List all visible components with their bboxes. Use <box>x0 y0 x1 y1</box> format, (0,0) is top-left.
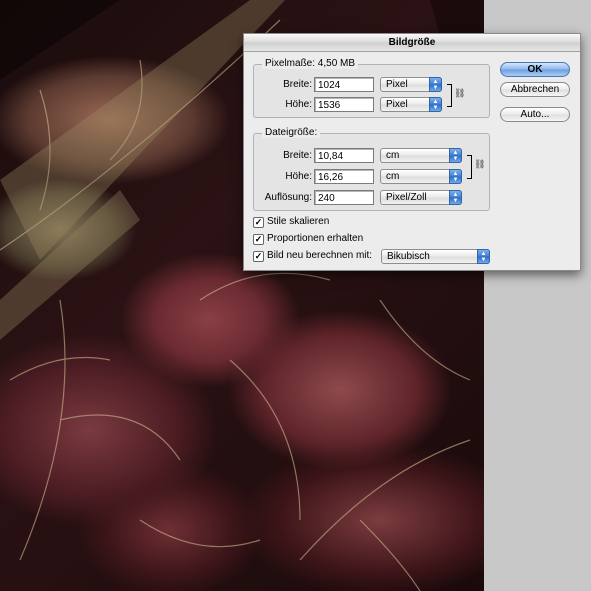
resample-label: Bild neu berechnen mit: <box>267 250 373 261</box>
popup-arrows-icon: ▲ ▼ <box>429 97 442 112</box>
resolution-unit-value: Pixel/Zoll <box>386 192 427 203</box>
pixel-width-unit-select[interactable]: Pixel ▲ ▼ <box>380 77 442 92</box>
doc-width-unit-value: cm <box>386 150 400 161</box>
pixel-dimensions-legend: Pixelmaße: 4,50 MB <box>262 58 359 69</box>
constrain-proportions-checkbox[interactable]: ✓ Proportionen erhalten <box>253 233 363 246</box>
doc-width-label: Breite: <box>283 150 312 161</box>
doc-height-unit-value: cm <box>386 171 400 182</box>
doc-height-input[interactable]: 16,26 <box>314 169 374 184</box>
checkbox-check-icon: ✓ <box>253 234 264 245</box>
doc-height-label: Höhe: <box>285 171 312 182</box>
pixel-height-label: Höhe: <box>285 99 312 110</box>
pixel-width-unit-value: Pixel <box>386 79 408 90</box>
pixel-link-bracket <box>447 84 452 107</box>
document-size-group: Dateigröße: Breite: 10,84 cm ▲ ▼ Höhe: 16… <box>253 127 490 211</box>
pixel-height-unit-value: Pixel <box>386 99 408 110</box>
resample-method-select[interactable]: Bikubisch ▲ ▼ <box>381 249 490 264</box>
image-size-dialog: Bildgröße Pixelmaße: 4,50 MB Breite: 102… <box>243 33 581 271</box>
resample-method-value: Bikubisch <box>387 251 430 262</box>
doc-height-unit-select[interactable]: cm ▲ ▼ <box>380 169 462 184</box>
scale-styles-checkbox[interactable]: ✓ Stile skalieren <box>253 216 329 229</box>
resample-checkbox[interactable]: ✓ Bild neu berechnen mit: <box>253 250 372 263</box>
doc-width-unit-select[interactable]: cm ▲ ▼ <box>380 148 462 163</box>
pixel-dimensions-group: Pixelmaße: 4,50 MB Breite: 1024 Pixel ▲ ▼… <box>253 58 490 118</box>
doc-width-input[interactable]: 10,84 <box>314 148 374 163</box>
dialog-title[interactable]: Bildgröße <box>244 34 580 52</box>
auto-button[interactable]: Auto... <box>500 107 570 122</box>
constrain-proportions-label: Proportionen erhalten <box>267 233 364 244</box>
pixel-width-label: Breite: <box>283 79 312 90</box>
popup-arrows-icon: ▲ ▼ <box>449 169 462 184</box>
popup-arrows-icon: ▲ ▼ <box>477 249 490 264</box>
pixel-height-unit-select[interactable]: Pixel ▲ ▼ <box>380 97 442 112</box>
doc-link-bracket <box>467 155 472 179</box>
resolution-unit-select[interactable]: Pixel/Zoll ▲ ▼ <box>380 190 462 205</box>
checkbox-check-icon: ✓ <box>253 217 264 228</box>
scale-styles-label: Stile skalieren <box>267 216 330 227</box>
resolution-label: Auflösung: <box>264 192 312 203</box>
popup-arrows-icon: ▲ ▼ <box>429 77 442 92</box>
ok-button[interactable]: OK <box>500 62 570 77</box>
popup-arrows-icon: ▲ ▼ <box>449 190 462 205</box>
cancel-button[interactable]: Abbrechen <box>500 82 570 97</box>
pixel-height-input[interactable]: 1536 <box>314 97 374 112</box>
checkbox-check-icon: ✓ <box>253 251 264 262</box>
popup-arrows-icon: ▲ ▼ <box>449 148 462 163</box>
pixel-width-input[interactable]: 1024 <box>314 77 374 92</box>
document-size-legend: Dateigröße: <box>262 127 321 138</box>
chain-link-icon: ⛓ <box>474 159 486 169</box>
chain-link-icon: ⛓ <box>454 88 466 98</box>
resolution-input[interactable]: 240 <box>314 190 374 205</box>
